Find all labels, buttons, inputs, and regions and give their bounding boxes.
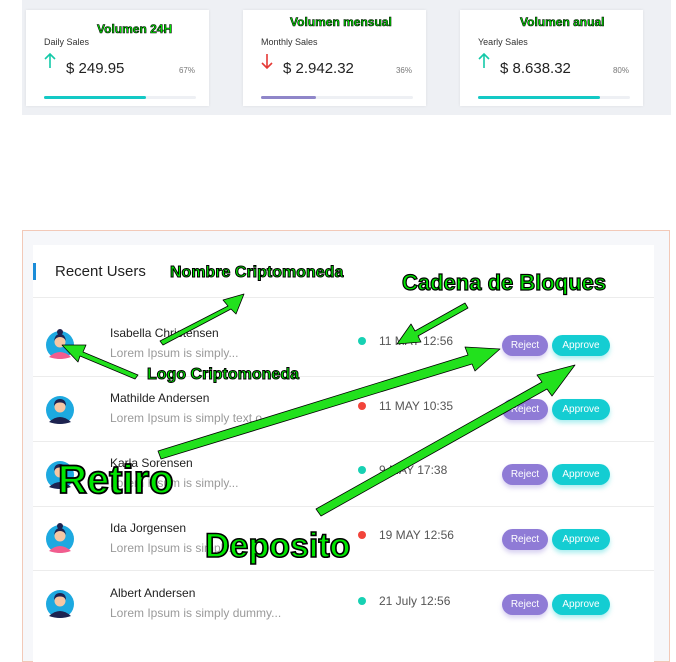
annotation-arrow	[315, 364, 576, 517]
annotation-arrow	[396, 302, 469, 345]
annotation-label: Deposito	[204, 526, 351, 566]
annotation-label: Volumen 24H	[97, 22, 173, 37]
annotation-label: Volumen anual	[520, 15, 605, 30]
annotation-label: Logo Criptomoneda	[147, 366, 300, 384]
annotation-label: Cadena de Bloques	[401, 269, 607, 295]
annotation-label: Nombre Criptomoneda	[169, 264, 344, 282]
annotation-label: Volumen mensual	[290, 15, 392, 30]
annotation-arrow	[61, 344, 139, 380]
annotation-arrow	[159, 293, 245, 346]
annotation-label: Retiro	[57, 457, 174, 503]
